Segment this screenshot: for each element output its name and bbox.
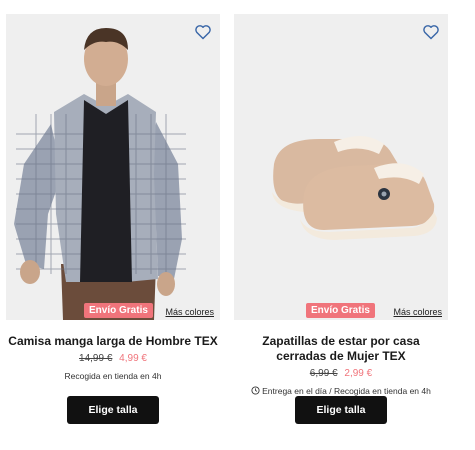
man-shirt-image [6, 14, 220, 320]
heart-icon[interactable] [422, 24, 440, 40]
old-price: 14,99 € [79, 353, 113, 364]
choose-size-button[interactable]: Elige talla [295, 396, 387, 424]
sale-price: 4,99 € [119, 353, 147, 364]
free-shipping-badge: Envío Gratis [84, 303, 153, 318]
slippers-image [234, 14, 448, 320]
product-image[interactable]: Envío Gratis Más colores [6, 14, 220, 320]
delivery-text: Entrega en el día / Recogida en tienda e… [262, 386, 431, 396]
product-title[interactable]: Zapatillas de estar por casa cerradas de… [234, 334, 448, 364]
product-card[interactable]: Envío Gratis Más colores Camisa manga la… [6, 14, 220, 381]
old-price: 6,99 € [309, 368, 338, 379]
price-row: 14,99 € 4,99 € [6, 353, 220, 364]
product-image[interactable]: Envío Gratis Más colores [234, 14, 448, 320]
clock-icon [251, 386, 260, 395]
delivery-info: Entrega en el día / Recogida en tienda e… [234, 386, 448, 396]
delivery-text: Recogida en tienda en 4h [64, 371, 162, 381]
more-colors-link[interactable]: Más colores [393, 307, 442, 317]
sale-price: 2,99 € [344, 368, 373, 379]
free-shipping-badge: Envío Gratis [306, 303, 375, 318]
heart-icon[interactable] [194, 24, 212, 40]
choose-size-button[interactable]: Elige talla [67, 396, 159, 424]
product-card[interactable]: Envío Gratis Más colores Zapatillas de e… [234, 14, 448, 396]
product-title[interactable]: Camisa manga larga de Hombre TEX [6, 334, 220, 349]
more-colors-link[interactable]: Más colores [165, 307, 214, 317]
price-row: 6,99 € 2,99 € [234, 368, 448, 379]
delivery-info: Recogida en tienda en 4h [6, 371, 220, 381]
